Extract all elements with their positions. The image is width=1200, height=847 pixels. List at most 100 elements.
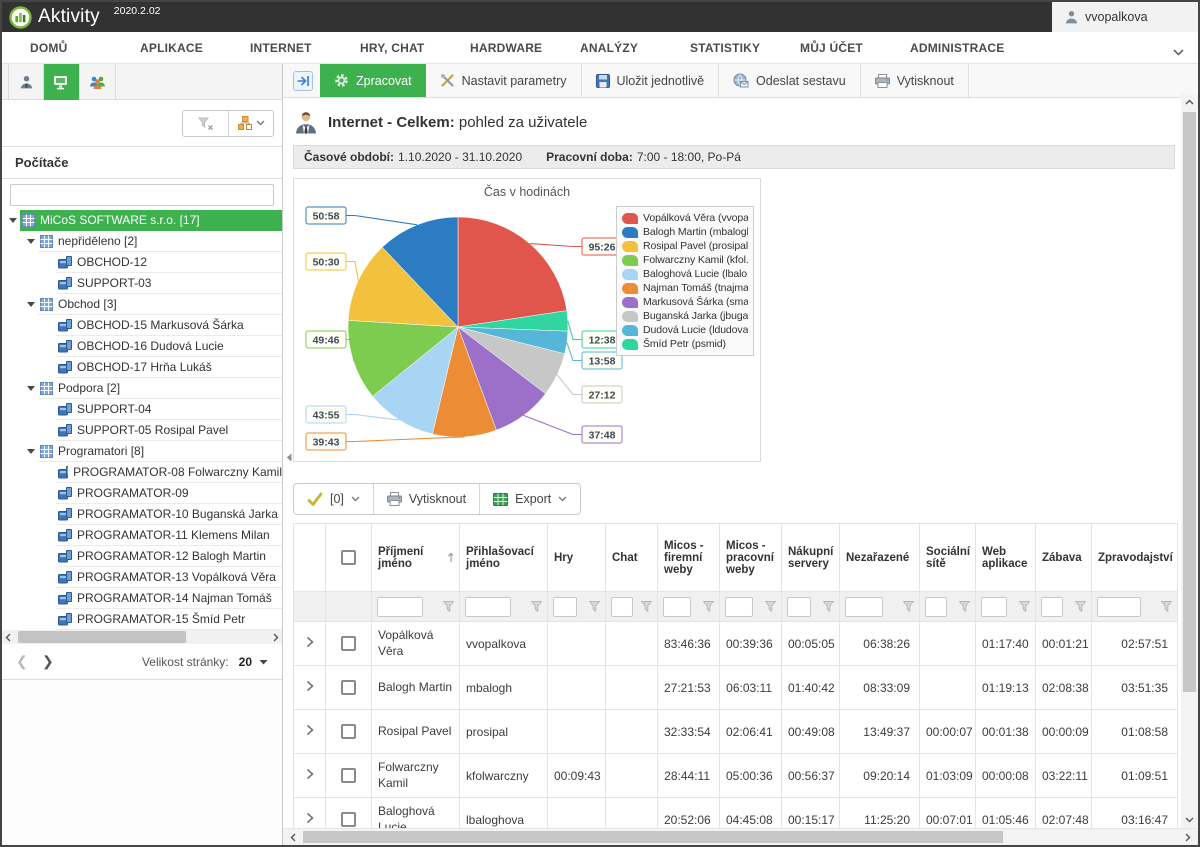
scrollbar-thumb[interactable] [303, 831, 1003, 843]
tree-item-obchod-16-dudova-lucie[interactable]: OBCHOD-16 Dudová Lucie [2, 336, 282, 357]
process-button[interactable]: Zpracovat [320, 64, 426, 97]
tree-item-programator-08-folwarczny-kamil[interactable]: PROGRAMATOR-08 Folwarczny Kamil [2, 462, 282, 483]
filter-icon[interactable] [1075, 601, 1086, 612]
tree-item-neprideleno-2[interactable]: nepřiděleno [2] [2, 231, 282, 252]
filter-input-micos-firemni-weby[interactable] [663, 597, 691, 617]
column-header-prihlasovaci-jmeno[interactable]: Přihlašovací jméno [460, 524, 548, 592]
row-checkbox[interactable] [341, 812, 356, 827]
tree-item-support-05-rosipal-pavel[interactable]: SUPPORT-05 Rosipal Pavel [2, 420, 282, 441]
filter-icon[interactable] [589, 601, 600, 612]
tree-item-support-03[interactable]: SUPPORT-03 [2, 273, 282, 294]
pager-next-icon[interactable]: ❯ [42, 653, 68, 670]
menu-item-domu[interactable]: DOMŮ [30, 41, 140, 55]
tree-expander-icon[interactable] [24, 231, 38, 252]
pager-prev-icon[interactable]: ❮ [16, 653, 42, 670]
filter-input-socialni-site[interactable] [925, 597, 947, 617]
row-checkbox[interactable] [341, 680, 356, 695]
menu-item-analyzy[interactable]: ANALÝZY [580, 41, 690, 55]
tree-item-programator-09[interactable]: PROGRAMATOR-09 [2, 483, 282, 504]
column-header-chat[interactable]: Chat [606, 524, 658, 592]
selection-button[interactable]: [0] [294, 484, 373, 514]
filter-input-zpravodajstvi[interactable] [1097, 597, 1141, 617]
splitter-collapse-icon[interactable] [286, 451, 292, 465]
user-menu[interactable]: vvopalkova [1052, 2, 1198, 32]
save-individually-button[interactable]: Uložit jednotlivě [582, 64, 720, 97]
filter-input-nakupni-servery[interactable] [787, 597, 811, 617]
scroll-down-icon[interactable] [1181, 812, 1198, 828]
filter-icon[interactable] [903, 601, 914, 612]
sidebar-search-input[interactable] [10, 184, 274, 206]
print-button[interactable]: Vytisknout [861, 64, 969, 97]
tree-item-programator-15-smid-petr[interactable]: PROGRAMATOR-15 Šmíd Petr [2, 609, 282, 630]
tree-item-obchod-3[interactable]: Obchod [3] [2, 294, 282, 315]
column-header-web-aplikace[interactable]: Web aplikace [976, 524, 1036, 592]
menu-item-hry-chat[interactable]: HRY, CHAT [360, 41, 470, 55]
tree-item-programator-11-klemens-milan[interactable]: PROGRAMATOR-11 Klemens Milan [2, 525, 282, 546]
tab-computers[interactable] [44, 64, 80, 100]
tree-item-podpora-2[interactable]: Podpora [2] [2, 378, 282, 399]
row-checkbox[interactable] [341, 768, 356, 783]
column-header-micos-pracovni-weby[interactable]: Micos -pracovní weby [720, 524, 782, 592]
menu-item-statistiky[interactable]: STATISTIKY [690, 41, 800, 55]
menu-item-hardware[interactable]: HARDWARE [470, 41, 580, 55]
tree-item-programator-14-najman-tomas[interactable]: PROGRAMATOR-14 Najman Tomáš [2, 588, 282, 609]
column-header-socialni-site[interactable]: Sociální sítě [920, 524, 976, 592]
toggle-panel-icon[interactable] [293, 71, 313, 91]
tree-expander-icon[interactable] [24, 378, 38, 399]
page-size-caret-icon[interactable] [259, 659, 268, 665]
row-checkbox[interactable] [341, 636, 356, 651]
scroll-left-icon[interactable] [285, 829, 301, 846]
column-header-prijmeni-jmeno[interactable]: Příjmení jméno [372, 524, 460, 592]
row-expand-icon[interactable] [306, 724, 314, 736]
column-header-micos-firemni-weby[interactable]: Micos -firemní weby [658, 524, 720, 592]
filter-icon[interactable] [1019, 601, 1030, 612]
row-expand-icon[interactable] [306, 768, 314, 780]
clear-filter-button[interactable] [183, 111, 228, 136]
tree-expander-icon[interactable] [24, 294, 38, 315]
filter-input-zabava[interactable] [1041, 597, 1063, 617]
menu-item-administrace[interactable]: ADMINISTRACE [910, 41, 1020, 55]
tree-item-support-04[interactable]: SUPPORT-04 [2, 399, 282, 420]
column-header-hry[interactable]: Hry [548, 524, 606, 592]
grouping-button[interactable] [228, 111, 273, 136]
filter-icon[interactable] [959, 601, 970, 612]
filter-icon[interactable] [641, 601, 652, 612]
grid-print-button[interactable]: Vytisknout [373, 484, 479, 514]
tree-item-obchod-12[interactable]: OBCHOD-12 [2, 252, 282, 273]
column-header-zpravodajstvi[interactable]: Zpravodajství [1092, 524, 1178, 592]
filter-icon[interactable] [443, 601, 454, 612]
set-parameters-button[interactable]: Nastavit parametry [426, 64, 582, 97]
vertical-scrollbar[interactable] [1181, 94, 1198, 828]
menu-item-aplikace[interactable]: APLIKACE [140, 41, 250, 55]
row-expand-icon[interactable] [306, 636, 314, 648]
tree-expander-icon[interactable] [6, 210, 20, 231]
tree-item-programator-12-balogh-martin[interactable]: PROGRAMATOR-12 Balogh Martin [2, 546, 282, 567]
scroll-up-icon[interactable] [1181, 94, 1198, 110]
tree-expander-icon[interactable] [24, 441, 38, 462]
menu-item-internet[interactable]: INTERNET [250, 41, 360, 55]
sidebar-horizontal-scrollbar[interactable] [2, 630, 282, 644]
tree-item-obchod-17-hrna-lukas[interactable]: OBCHOD-17 Hrňa Lukáš [2, 357, 282, 378]
menu-item-muj-ucet[interactable]: MŮJ ÚČET [800, 41, 910, 55]
row-expand-icon[interactable] [306, 680, 314, 692]
send-report-button[interactable]: Odeslat sestavu [719, 64, 861, 97]
filter-icon[interactable] [531, 601, 542, 612]
filter-icon[interactable] [1161, 601, 1172, 612]
filter-icon[interactable] [823, 601, 834, 612]
row-expand-icon[interactable] [306, 812, 314, 824]
filter-icon[interactable] [703, 601, 714, 612]
row-checkbox[interactable] [341, 724, 356, 739]
tab-users[interactable] [8, 64, 44, 100]
filter-input-hry[interactable] [553, 597, 577, 617]
horizontal-scrollbar[interactable] [283, 828, 1198, 845]
column-header-nakupni-servery[interactable]: Nákupní servery [782, 524, 840, 592]
select-all-checkbox[interactable] [341, 550, 356, 565]
menu-overflow-icon[interactable] [1173, 45, 1184, 59]
scrollbar-thumb[interactable] [1183, 112, 1196, 692]
filter-input-prihlasovaci-jmeno[interactable] [465, 597, 511, 617]
filter-input-micos-pracovni-weby[interactable] [725, 597, 753, 617]
page-size-value[interactable]: 20 [239, 655, 252, 669]
filter-input-web-aplikace[interactable] [981, 597, 1007, 617]
tree-item-programator-10-buganska-jarka[interactable]: PROGRAMATOR-10 Buganská Jarka [2, 504, 282, 525]
column-header-nezarazene[interactable]: Nezařazené [840, 524, 920, 592]
